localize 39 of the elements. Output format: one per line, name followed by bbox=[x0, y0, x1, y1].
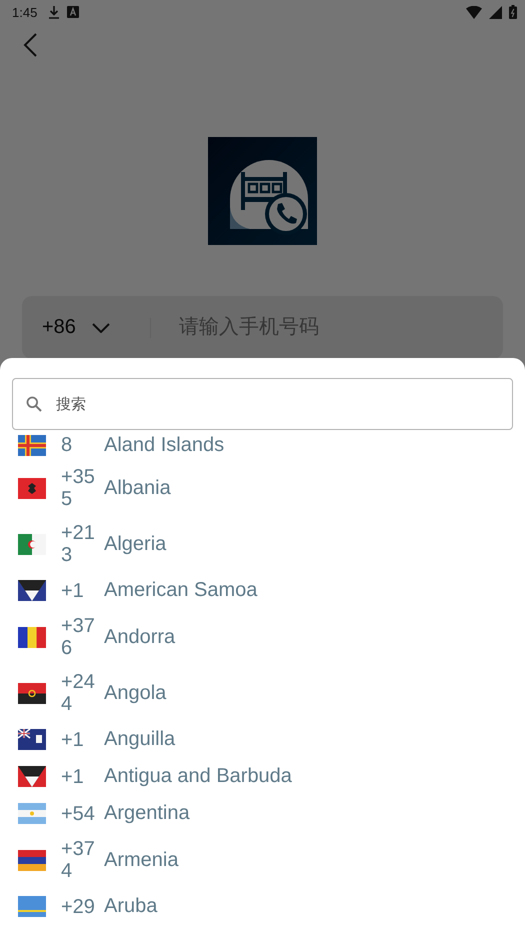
wifi-icon bbox=[466, 6, 482, 18]
country-name: Algeria bbox=[104, 532, 166, 556]
country-name: Anguilla bbox=[104, 728, 176, 751]
dial-code: +355 bbox=[61, 466, 96, 510]
dial-code: +376 bbox=[61, 615, 96, 659]
dial-code: +1 bbox=[61, 728, 85, 750]
country-item[interactable]: +54 Argentina bbox=[0, 795, 525, 832]
keyboard-icon bbox=[67, 6, 80, 18]
dial-code: +374 bbox=[61, 838, 96, 882]
status-time: 1:45 bbox=[12, 4, 38, 20]
country-code-selector[interactable]: +86 bbox=[42, 316, 110, 339]
country-name: Aruba bbox=[104, 895, 158, 918]
back-icon[interactable] bbox=[23, 33, 37, 57]
dial-code: +244 bbox=[61, 671, 96, 715]
search-icon bbox=[26, 396, 42, 412]
country-item[interactable]: +1 Antigua and Barbuda bbox=[0, 758, 525, 795]
chevron-down-icon bbox=[92, 322, 110, 332]
search-field[interactable]: 搜索 bbox=[12, 378, 513, 430]
country-item[interactable]: +29 Aruba bbox=[0, 888, 525, 925]
country-name: Argentina bbox=[104, 802, 190, 825]
dial-code: +213 bbox=[61, 522, 96, 566]
country-name: Angola bbox=[104, 682, 166, 704]
dial-code: +29 bbox=[61, 896, 96, 918]
country-name: Antigua and Barbuda bbox=[104, 765, 292, 788]
country-name: Andorra bbox=[104, 626, 176, 648]
country-item[interactable]: +1 American Samoa bbox=[0, 572, 525, 609]
country-item[interactable]: +1 Anguilla bbox=[0, 721, 525, 758]
dial-code: +1 bbox=[61, 766, 85, 788]
dial-code: 8 bbox=[61, 434, 74, 456]
country-name: Aland Islands bbox=[104, 434, 224, 456]
country-name: Albania bbox=[104, 476, 171, 500]
country-name: American Samoa bbox=[104, 579, 258, 602]
country-name: Armenia bbox=[104, 848, 178, 872]
country-item[interactable]: 8 Aland Islands bbox=[0, 430, 525, 460]
dial-code: +54 bbox=[61, 802, 96, 824]
battery-icon bbox=[509, 5, 517, 19]
signal-icon bbox=[489, 6, 502, 18]
dial-code: +1 bbox=[61, 580, 85, 602]
download-icon bbox=[48, 5, 60, 19]
